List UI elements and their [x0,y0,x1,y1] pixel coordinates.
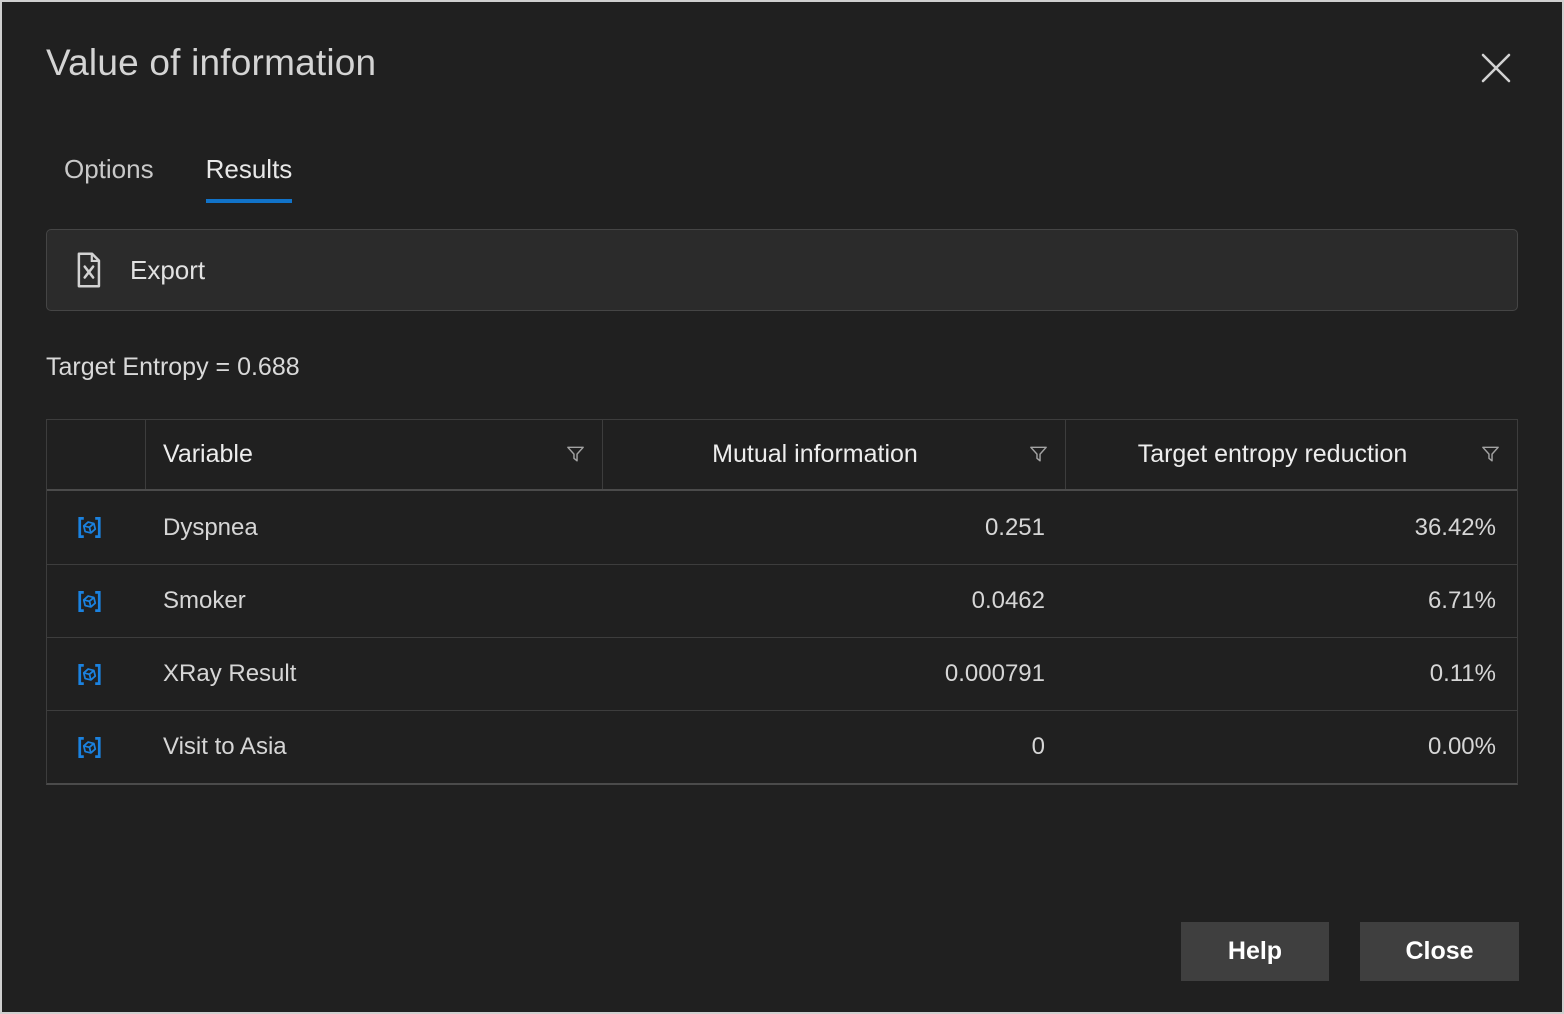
results-table: Variable Mutual information [46,419,1518,785]
target-entropy-reduction-cell: 6.71% [1066,565,1517,637]
filter-funnel-icon [564,443,587,466]
filter-funnel-icon [1479,443,1502,466]
tab-results[interactable]: Results [206,154,293,203]
variable-cell: Dyspnea [146,491,603,564]
close-x-icon [1479,51,1513,85]
mutual-information-filter-button[interactable] [1027,443,1050,466]
table-row[interactable]: Smoker 0.0462 6.71% [47,564,1517,637]
page-title: Value of information [46,42,1518,84]
node-icon-cell [47,565,146,637]
variable-column-header: Variable [146,420,603,489]
excel-export-icon [72,250,105,290]
table-row[interactable]: Visit to Asia 0 0.00% [47,710,1517,783]
mutual-information-column-header: Mutual information [603,420,1066,489]
table-row[interactable]: Dyspnea 0.251 36.42% [47,491,1517,564]
node-icon-cell [47,638,146,710]
variable-filter-button[interactable] [564,443,587,466]
table-header-row: Variable Mutual information [47,420,1517,491]
dialog-footer: Help Close [1181,922,1519,981]
mutual-information-column-label: Mutual information [603,440,1027,469]
target-entropy-reduction-filter-button[interactable] [1479,443,1502,466]
node-variable-icon [76,662,103,687]
target-entropy-reduction-column-header: Target entropy reduction [1066,420,1517,489]
variable-cell: XRay Result [146,638,603,710]
variable-cell: Visit to Asia [146,711,603,783]
target-entropy-reduction-cell: 0.11% [1066,638,1517,710]
export-button-label: Export [130,255,205,286]
target-entropy-reduction-cell: 36.42% [1066,491,1517,564]
target-entropy-reduction-cell: 0.00% [1066,711,1517,783]
close-button[interactable]: Close [1360,922,1519,981]
mutual-information-cell: 0.251 [603,491,1066,564]
mutual-information-cell: 0 [603,711,1066,783]
node-variable-icon [76,735,103,760]
tab-bar: Options Results [46,154,1518,203]
table-row[interactable]: XRay Result 0.000791 0.11% [47,637,1517,710]
tab-options[interactable]: Options [64,154,154,203]
dialog-close-button[interactable] [1478,50,1514,86]
node-icon-cell [47,711,146,783]
node-variable-icon [76,515,103,540]
filter-funnel-icon [1027,443,1050,466]
target-entropy-text: Target Entropy = 0.688 [46,353,1518,382]
mutual-information-cell: 0.000791 [603,638,1066,710]
target-entropy-reduction-column-label: Target entropy reduction [1066,440,1479,469]
variable-column-label: Variable [146,440,564,469]
value-of-information-dialog: Value of information Options Results Exp… [0,0,1564,1014]
help-button[interactable]: Help [1181,922,1329,981]
mutual-information-cell: 0.0462 [603,565,1066,637]
node-icon-cell [47,491,146,564]
variable-cell: Smoker [146,565,603,637]
node-variable-icon [76,589,103,614]
export-button[interactable]: Export [46,229,1518,311]
icon-column-header [47,420,146,489]
